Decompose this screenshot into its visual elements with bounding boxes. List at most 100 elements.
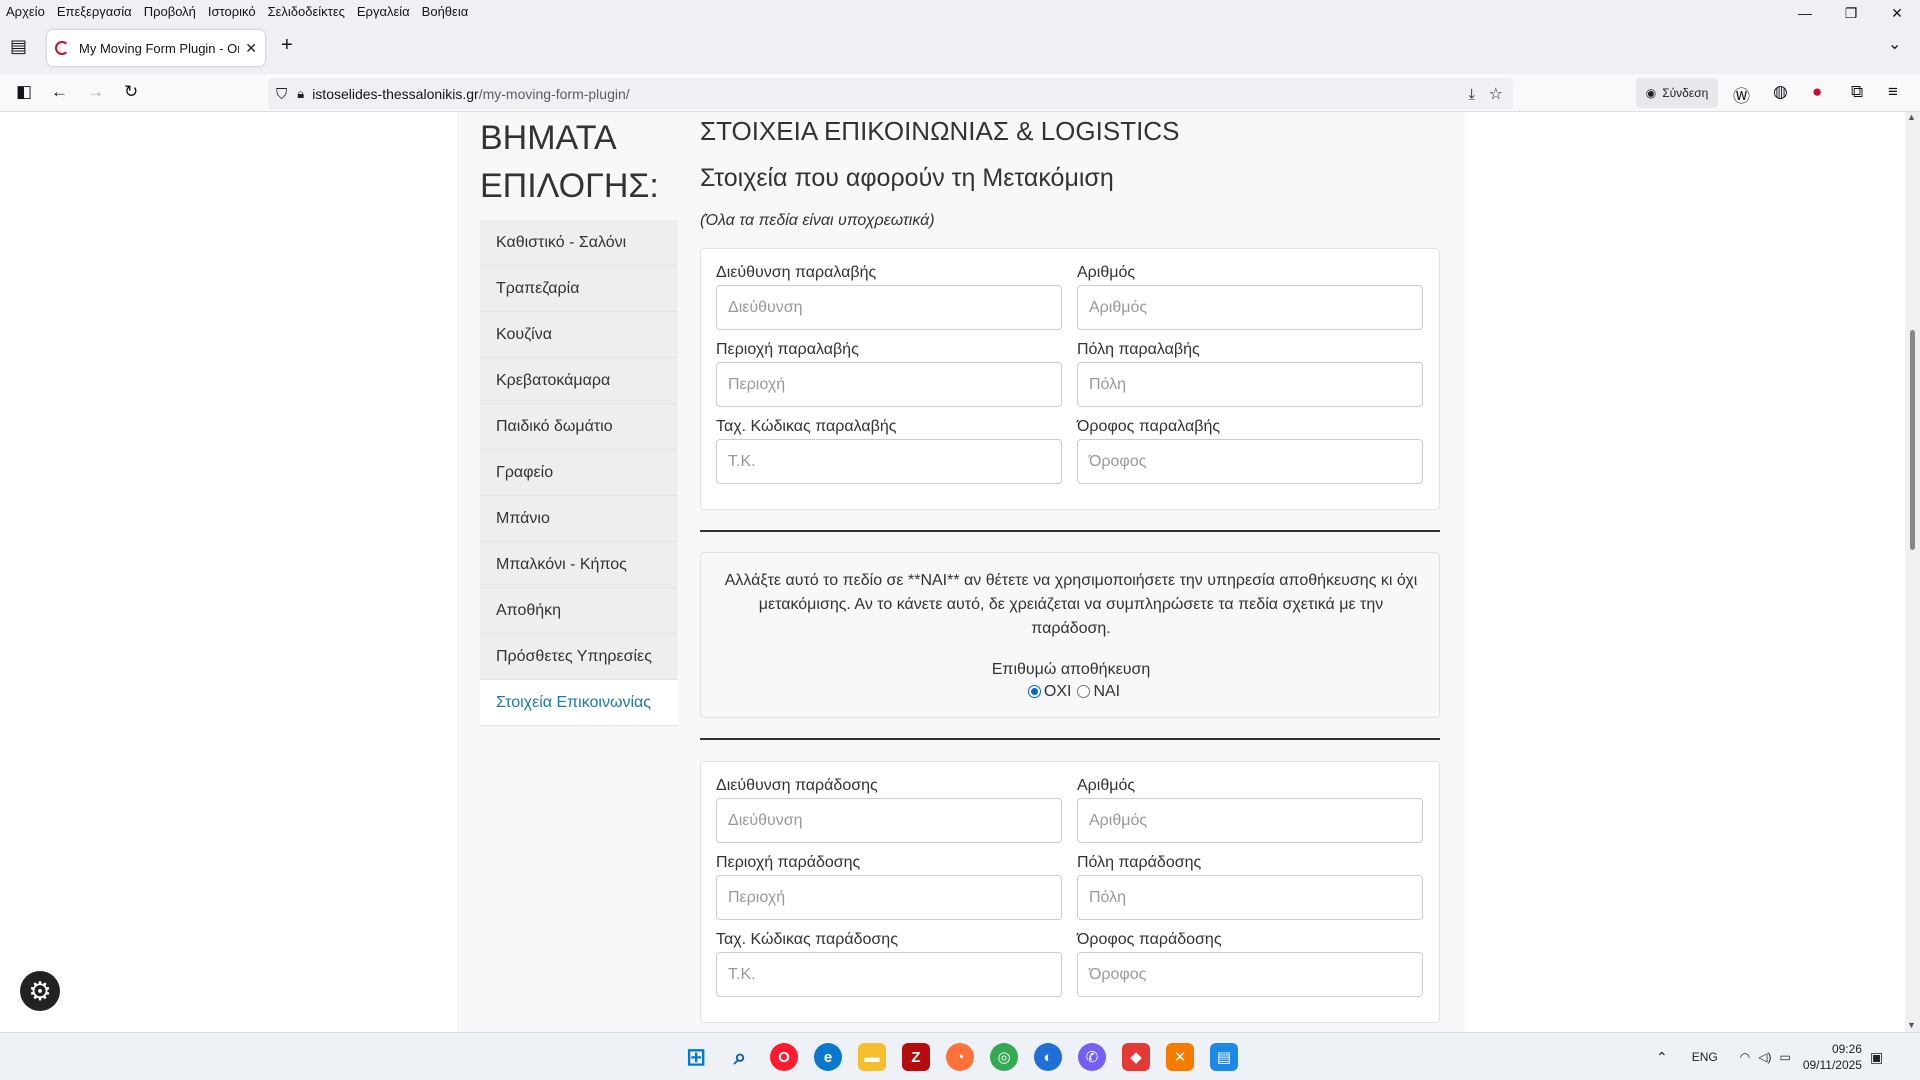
step-bathroom[interactable]: Μπάνιο [480,496,678,542]
pickup-city-input[interactable]: Πόλη [1077,362,1423,407]
browser-window: { "menu":["Αρχείο","Επεξεργασία","Προβολ… [0,0,1920,1080]
sidebar-toggle-icon[interactable]: ◧ [16,82,32,102]
storage-option-panel: Αλλάξτε αυτό το πεδίο σε **ΝΑΙ** αν θέτε… [700,552,1440,718]
clock-time: 09:26 [1831,1042,1862,1056]
notepad-icon[interactable]: ▤ [1210,1043,1238,1071]
extensions-icon[interactable]: ⧉ [1851,82,1863,102]
search-icon[interactable]: ⌕ [726,1043,754,1071]
list-all-tabs-icon[interactable]: ⌄ [1888,34,1901,54]
scroll-down-icon[interactable]: ▼ [1907,1020,1916,1030]
pickup-floor-input[interactable]: Όροφος [1077,439,1423,484]
reload-icon[interactable]: ↻ [124,82,138,102]
viber-icon[interactable]: ✆ [1078,1043,1106,1071]
step-kitchen[interactable]: Κουζίνα [480,312,678,358]
pickup-number-input[interactable]: Αριθμός [1077,285,1423,330]
forward-icon[interactable]: → [87,82,104,102]
step-extra-services[interactable]: Πρόσθετες Υπηρεσίες [480,634,678,680]
form-subheading: Στοιχεία που αφορούν τη Μετακόμιση [700,164,1114,192]
menu-bookmarks[interactable]: Σελιδοδείκτες [262,4,351,19]
url-bar[interactable]: ⛉ 🔒︎ istoselides-thessalonikis.gr/my-mov… [268,78,1513,110]
delivery-floor-input[interactable]: Όροφος [1077,952,1423,997]
step-living-room[interactable]: Καθιστικό - Σαλόνι [480,220,678,266]
pickup-area-label: Περιοχή παραλαβής [716,341,859,358]
firefox-icon[interactable]: ◔ [946,1043,974,1071]
section-divider [700,530,1440,532]
filezilla-icon[interactable]: Z [902,1043,930,1071]
cookie-settings-gear-icon[interactable]: ⚙ [20,971,60,1011]
steps-title-line2: ΕΠΙΛΟΓΗΣ: [480,167,659,205]
storage-no-label[interactable]: ΟΧΙ [1044,683,1072,701]
xampp-icon[interactable]: ✕ [1166,1043,1194,1071]
windows-start-icon[interactable]: ⊞ [682,1043,710,1071]
pickup-area-input[interactable]: Περιοχή [716,362,1062,407]
delivery-address-input[interactable]: Διεύθυνση [716,798,1062,843]
volume-icon[interactable]: ◁) [1758,1050,1771,1064]
menu-tools[interactable]: Εργαλεία [351,4,416,19]
close-tab-icon[interactable]: ✕ [245,40,257,57]
signin-label: Σύνδεση [1662,86,1709,100]
step-storage-room[interactable]: Αποθήκη [480,588,678,634]
scrollbar-thumb[interactable] [1910,330,1915,550]
step-balcony-garden[interactable]: Μπαλκόνι - Κήπος [480,542,678,588]
battery-icon[interactable]: ▭ [1779,1050,1790,1064]
storage-no-radio[interactable] [1027,684,1041,698]
shield-icon[interactable]: ⛉ [276,86,287,103]
step-contact-details[interactable]: Στοιχεία Επικοινωνίας [480,680,678,726]
new-tab-icon[interactable]: + [281,34,293,57]
anydesk-icon[interactable]: ◆ [1122,1043,1150,1071]
step-dining-room[interactable]: Τραπεζαρία [480,266,678,312]
storage-radio-group: ΟΧΙ ΝΑΙ [701,683,1441,701]
chrome-icon[interactable]: ◎ [990,1043,1018,1071]
step-kids-room[interactable]: Παιδικό δωμάτιο [480,404,678,450]
navigation-bar: ◧ ← → ↻ ⛉ 🔒︎ istoselides-thessalonikis.g… [0,74,1920,112]
globe-extension-icon[interactable]: ◍ [1773,82,1788,102]
back-icon[interactable]: ← [51,82,68,102]
menu-help[interactable]: Βοήθεια [416,4,475,19]
pickup-city-label: Πόλη παραλαβής [1077,341,1200,358]
bookmark-star-icon[interactable]: ☆ [1489,84,1503,104]
show-hidden-icons-icon[interactable]: ⌃ [1656,1049,1668,1066]
pickup-zip-label: Ταχ. Κώδικας παραλαβής [716,418,897,435]
app-menu-icon[interactable]: ≡ [1888,82,1898,102]
pickup-address-input[interactable]: Διεύθυνση [716,285,1062,330]
scroll-up-icon[interactable]: ▲ [1907,112,1916,122]
red-extension-icon[interactable]: ● [1812,82,1822,102]
wifi-icon[interactable]: ◠ [1740,1050,1750,1064]
edge-icon[interactable]: e [814,1043,842,1071]
step-bedroom[interactable]: Κρεβατοκάμαρα [480,358,678,404]
delivery-zip-input[interactable]: Τ.Κ. [716,952,1062,997]
menu-edit[interactable]: Επεξεργασία [51,4,138,19]
signin-button[interactable]: ◉ Σύνδεση [1636,78,1718,108]
storage-yes-label[interactable]: ΝΑΙ [1093,683,1120,701]
menu-view[interactable]: Προβολή [138,4,202,19]
pickup-number-label: Αριθμός [1077,264,1136,281]
browser-app-icon[interactable]: ◐ [1034,1043,1062,1071]
notification-icon[interactable]: ▣ [1870,1049,1883,1066]
wordpress-extension-icon[interactable]: Ⓦ [1733,82,1750,107]
language-indicator[interactable]: ENG [1692,1050,1718,1064]
delivery-zip-label: Ταχ. Κώδικας παράδοσης [716,931,898,948]
account-icon: ◉ [1645,86,1657,100]
lock-icon[interactable]: 🔒︎ [297,86,304,102]
delivery-fieldset: Διεύθυνση παράδοσης Αριθμός Διεύθυνση Αρ… [700,761,1440,1023]
file-explorer-icon[interactable]: ▬ [858,1043,886,1071]
page-scrollbar[interactable]: ▲ ▼ [1905,112,1920,1032]
delivery-area-input[interactable]: Περιοχή [716,875,1062,920]
menu-file[interactable]: Αρχείο [0,4,51,19]
clock[interactable]: 09:26 09/11/2025 [1803,1041,1862,1073]
delivery-area-label: Περιοχή παράδοσης [716,854,861,871]
steps-title: ΒΗΜΑΤΑ ΕΠΙΛΟΓΗΣ: [480,114,659,210]
save-page-icon[interactable]: ⤓ [1468,86,1475,103]
steps-title-line1: ΒΗΜΑΤΑ [480,119,617,157]
pickup-zip-input[interactable]: Τ.Κ. [716,439,1062,484]
tab-active[interactable]: My Moving Form Plugin - Οικια ✕ [47,30,265,66]
tab-list-icon[interactable]: ▤ [10,36,27,57]
steps-nav: Καθιστικό - Σαλόνι Τραπεζαρία Κουζίνα Κρ… [480,220,678,726]
step-office[interactable]: Γραφείο [480,450,678,496]
opera-icon[interactable]: O [770,1043,798,1071]
delivery-number-input[interactable]: Αριθμός [1077,798,1423,843]
storage-yes-radio[interactable] [1077,684,1091,698]
menu-history[interactable]: Ιστορικό [202,4,262,19]
pickup-floor-label: Όροφος παραλαβής [1077,418,1221,435]
delivery-city-input[interactable]: Πόλη [1077,875,1423,920]
